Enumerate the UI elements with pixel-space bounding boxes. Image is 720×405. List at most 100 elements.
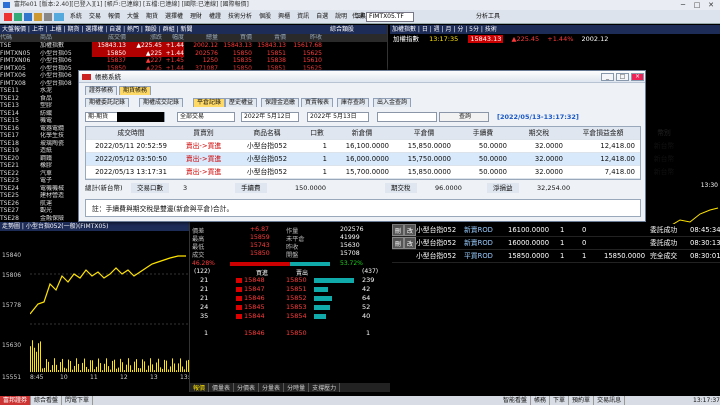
menu-item[interactable]: 自選 (316, 13, 328, 20)
quote-cell-bid: 15850 (232, 49, 252, 57)
quote-header[interactable]: 商品 (40, 34, 92, 42)
status-tab[interactable]: 富邦證券 (0, 396, 32, 405)
dialog-sub-tab[interactable]: 期權委託記錄 (85, 98, 130, 107)
menu-item[interactable]: 選擇權 (165, 13, 183, 20)
status-button[interactable]: 下單 (550, 396, 570, 405)
date-to-input[interactable]: 2022年 5月13日 (307, 112, 369, 122)
quote-header[interactable]: 漲跌 (126, 34, 162, 42)
column-header[interactable]: 手續費 (455, 127, 511, 139)
menu-item[interactable]: 技術分析 (228, 13, 252, 20)
bottom-tab[interactable]: 分價表 (234, 383, 260, 392)
order-row[interactable]: 小型台指052 平買ROD 15850.0000 1 1 15850.0000 完全成交 08… (392, 250, 720, 263)
column-header[interactable]: 幣別 (639, 127, 689, 139)
quote-header[interactable]: 總量 (184, 34, 218, 42)
dialog-top-tab[interactable]: 期貨帳務 (119, 86, 152, 95)
analysis-tools-menu[interactable]: 分析工具 (476, 10, 500, 24)
column-header[interactable]: 成交時間 (86, 127, 176, 139)
bottom-tab[interactable]: 分時量 (284, 383, 310, 392)
quote-header[interactable]: 賣價 (252, 34, 286, 42)
menu-item[interactable]: 理財 (190, 13, 202, 20)
dialog-sub-tab[interactable]: 期權成交記錄 (139, 98, 184, 107)
volume-bar (60, 362, 61, 372)
bottom-tab[interactable]: 分量表 (259, 383, 285, 392)
menu-item[interactable]: 交易 (89, 13, 101, 20)
sector-dropdown[interactable]: 綜合類股 (330, 25, 354, 34)
dialog-sub-tab[interactable]: 平倉記錄 (193, 98, 226, 107)
order-cell-a[interactable]: 刪 (392, 237, 404, 249)
menu-item[interactable]: 報價 (108, 13, 120, 20)
bottom-tab[interactable]: 價量表 (209, 383, 235, 392)
quote-header[interactable]: 代碼 (0, 34, 40, 42)
quote-header[interactable]: 買價 (218, 34, 252, 42)
status-button[interactable]: 預約單 (569, 396, 595, 405)
price-line (30, 255, 186, 315)
index-panel-title: 加權指數 | 日 | 週 | 月 | 分 | 5分 | 技術 (390, 25, 720, 34)
quote-row[interactable]: FIMTXN05 小型台指05 15850 ▲225 +1.44 202576 15850 1… (0, 49, 387, 57)
column-header[interactable]: 新倉價 (331, 127, 393, 139)
maximize-button[interactable]: □ (690, 0, 704, 10)
bottom-tab[interactable]: 支撐壓力 (309, 383, 341, 392)
menu-item[interactable]: 個股 (259, 13, 271, 20)
status-tab[interactable]: 閃電下單 (62, 396, 94, 405)
dialog-sub-tab[interactable]: 買賣報表 (301, 98, 334, 107)
date-from-input[interactable]: 2022年 5月12日 (241, 112, 299, 122)
quote-cell-code: FIMTXN05 (0, 49, 31, 57)
order-cell-a[interactable] (392, 250, 404, 262)
dialog-minimize-button[interactable]: _ (601, 73, 614, 81)
menu-item[interactable]: 說明 (335, 13, 347, 20)
dialog-close-button[interactable]: × (631, 73, 644, 81)
dialog-sub-tab[interactable]: 庫存查詢 (337, 98, 370, 107)
menu-item[interactable]: 期貨 (146, 13, 158, 20)
status-tab[interactable]: 綜合看盤 (31, 396, 63, 405)
dialog-sub-tab[interactable]: 歷史權益 (225, 98, 258, 107)
bottom-tab[interactable]: 報價 (190, 383, 210, 392)
quote-header[interactable]: 幅度 (162, 34, 184, 42)
order-cell-qty: 1 (560, 252, 565, 260)
table-row[interactable]: 2022/05/13 13:17:31 賣出->買進 小型台指052 1 15,700.… (86, 166, 674, 179)
quote-header[interactable]: 昨收 (286, 34, 322, 42)
status-button[interactable]: 帳務 (531, 396, 551, 405)
table-row[interactable]: 2022/05/11 20:52:59 賣出->買進 小型台指052 1 16,100.… (86, 140, 674, 153)
column-header[interactable]: 口數 (303, 127, 331, 139)
close-record-table: 成交時間 買賣別 商品名稱 口數 新倉價 平倉價 手續費 期交稅 平倉損益金額 幣別 2022/05… (85, 126, 674, 180)
column-header[interactable]: 平倉價 (393, 127, 455, 139)
column-header[interactable]: 商品名稱 (231, 127, 303, 139)
table-row[interactable]: 2022/05/12 03:50:50 賣出->買進 小型台指052 1 16,000.… (86, 153, 674, 166)
ask-bar (314, 314, 326, 319)
menu-item[interactable]: 資訊 (297, 13, 309, 20)
order-cell-a[interactable]: 刪 (392, 224, 404, 236)
order-cell-b[interactable]: 改 (404, 237, 416, 249)
bid-ask-ratio: 46.28% 53.72% (190, 260, 390, 268)
trade-filter-select[interactable]: 全部交易 (177, 112, 235, 122)
column-header[interactable]: 買賣別 (176, 127, 231, 139)
menu-item[interactable]: 系統 (70, 13, 82, 20)
column-header[interactable]: 平倉損益金額 (567, 127, 639, 139)
extra-input[interactable] (377, 112, 437, 122)
dialog-sub-tab[interactable]: 出入金查詢 (373, 98, 412, 107)
order-row[interactable]: 刪改小型台指052 新賣ROD 16000.0000 1 0 委託成功 08:30:13 (392, 237, 720, 250)
quote-row[interactable]: FIMTXN06 小型台指06 15837 ▲227 +1.45 1250 15835 158… (0, 57, 387, 65)
dialog-maximize-button[interactable]: □ (616, 73, 629, 81)
order-cell-b[interactable] (404, 250, 416, 262)
ticker-input[interactable]: FIMTX05.TF (366, 12, 414, 22)
volume-bar (72, 369, 73, 372)
close-button[interactable]: ✕ (704, 0, 718, 10)
menu-item[interactable]: 權證 (209, 13, 221, 20)
column-header[interactable]: 期交稅 (511, 127, 567, 139)
status-button[interactable]: 智能看盤 (500, 396, 532, 405)
minimize-button[interactable]: ─ (676, 0, 690, 10)
status-button[interactable]: 交易訊息 (594, 396, 626, 405)
dialog-sub-tab[interactable]: 保證金追繳 (261, 98, 300, 107)
query-button[interactable]: 查詢 (439, 112, 489, 122)
menu-item[interactable]: 興櫃 (278, 13, 290, 20)
detail-value2: 15708 (340, 250, 360, 257)
index-summary: 加權指數 13:17:35 15843.13 ▲225.45 +1.44% 20… (390, 34, 720, 44)
quote-header[interactable]: 成交價 (92, 34, 126, 42)
quote-row[interactable]: TSE 加權指數 15843.13 ▲225.45 +1.44 2002.12 15843.… (0, 42, 387, 50)
menu-item[interactable]: 大盤 (127, 13, 139, 20)
order-cell-b[interactable]: 改 (404, 224, 416, 236)
dialog-top-tab[interactable]: 證券帳務 (85, 86, 118, 95)
cell-ccy: 新台幣 (653, 168, 675, 176)
chart-y-label: 15630 (2, 342, 22, 349)
order-row[interactable]: 刪改小型台指052 新賣ROD 16100.0000 1 0 委託成功 08:45:34 (392, 224, 720, 237)
